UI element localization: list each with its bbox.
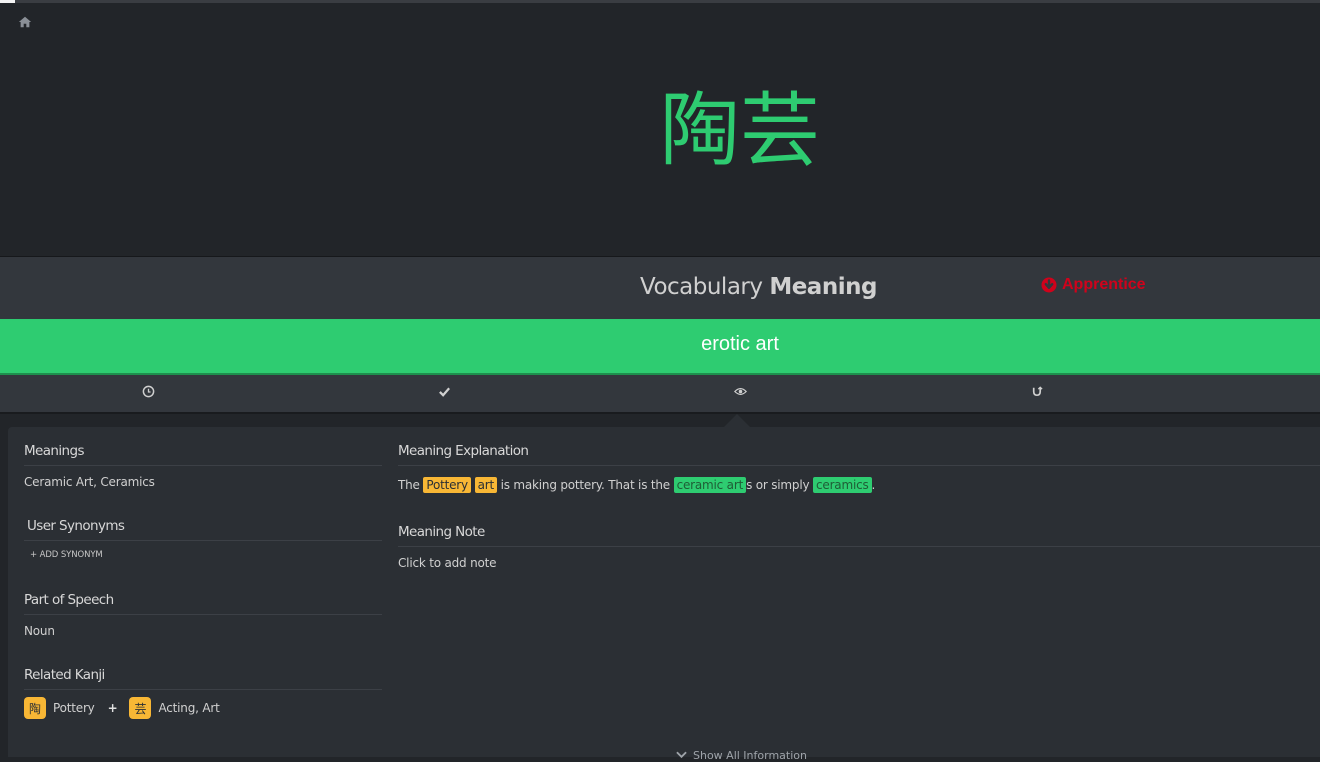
radical-highlight: art <box>474 477 497 493</box>
home-icon[interactable] <box>18 15 32 29</box>
retry-button[interactable] <box>888 375 1184 412</box>
submit-button[interactable] <box>296 375 592 412</box>
chevron-down-icon <box>676 749 687 762</box>
explanation-text: is making pottery. That is the <box>496 478 674 492</box>
answer-form <box>0 319 1320 375</box>
item-info-panel: Meanings Ceramic Art, Ceramics User Syno… <box>8 427 1320 762</box>
arrow-circle-down-icon <box>1041 277 1057 293</box>
question-category: Vocabulary <box>640 274 763 300</box>
related-kanji-meaning[interactable]: Acting, Art <box>158 701 219 715</box>
radical-highlight: Pottery <box>423 477 471 493</box>
check-icon <box>438 385 451 403</box>
meaning-explanation-section: Meaning Explanation The Pottery art is m… <box>398 443 1320 493</box>
meaning-explanation-text: The Pottery art is making pottery. That … <box>398 477 1320 493</box>
answer-input[interactable] <box>0 319 1320 373</box>
user-synonyms-section: User Synonyms + ADD SYNONYM <box>24 518 382 560</box>
show-all-information-button[interactable]: Show All Information <box>676 749 807 762</box>
undo-icon <box>1030 385 1043 403</box>
srs-level-label: Apprentice <box>1062 276 1146 293</box>
explanation-text: The <box>398 478 424 492</box>
related-kanji-heading: Related Kanji <box>24 667 382 690</box>
meaning-note-editor[interactable]: Click to add note <box>398 556 1320 570</box>
meaning-note-section: Meaning Note Click to add note <box>398 524 1320 570</box>
last-items-button[interactable] <box>0 375 296 412</box>
info-pointer <box>724 414 750 427</box>
related-kanji-section: Related Kanji 陶 Pottery + 芸 Acting, Art <box>24 667 382 719</box>
related-kanji-list: 陶 Pottery + 芸 Acting, Art <box>24 697 382 719</box>
meanings-heading: Meanings <box>24 443 382 466</box>
related-kanji-character[interactable]: 陶 <box>24 697 46 719</box>
eye-icon <box>733 385 747 403</box>
add-synonym-button[interactable]: + ADD SYNONYM <box>24 550 382 560</box>
part-of-speech-value: Noun <box>24 624 55 638</box>
user-synonyms-heading: User Synonyms <box>24 518 382 541</box>
question-kind: Meaning <box>769 274 877 300</box>
action-bar <box>0 375 1320 414</box>
meanings-value: Ceramic Art, Ceramics <box>24 475 155 489</box>
srs-level-indicator: Apprentice <box>1041 276 1146 294</box>
related-kanji-character[interactable]: 芸 <box>129 697 152 719</box>
meaning-explanation-heading: Meaning Explanation <box>398 443 1320 466</box>
vocabulary-highlight: ceramics <box>812 477 872 493</box>
kanji-separator: + <box>107 701 118 715</box>
character-area: 陶芸 <box>0 3 1320 256</box>
related-kanji-meaning[interactable]: Pottery <box>53 701 95 715</box>
meanings-section: Meanings Ceramic Art, Ceramics <box>24 443 382 489</box>
item-info-button[interactable] <box>592 375 888 412</box>
item-characters: 陶芸 <box>660 84 820 177</box>
question-type-bar: Vocabulary Meaning Apprentice <box>0 256 1320 320</box>
meaning-note-heading: Meaning Note <box>398 524 1320 547</box>
explanation-text: . <box>871 478 876 492</box>
vocabulary-highlight: ceramic art <box>673 477 747 493</box>
part-of-speech-section: Part of Speech Noun <box>24 592 382 638</box>
clock-icon <box>142 385 155 403</box>
part-of-speech-heading: Part of Speech <box>24 592 382 615</box>
show-all-label: Show All Information <box>693 749 807 762</box>
question-type: Vocabulary Meaning <box>640 274 877 300</box>
explanation-text: s or simply <box>746 478 813 492</box>
